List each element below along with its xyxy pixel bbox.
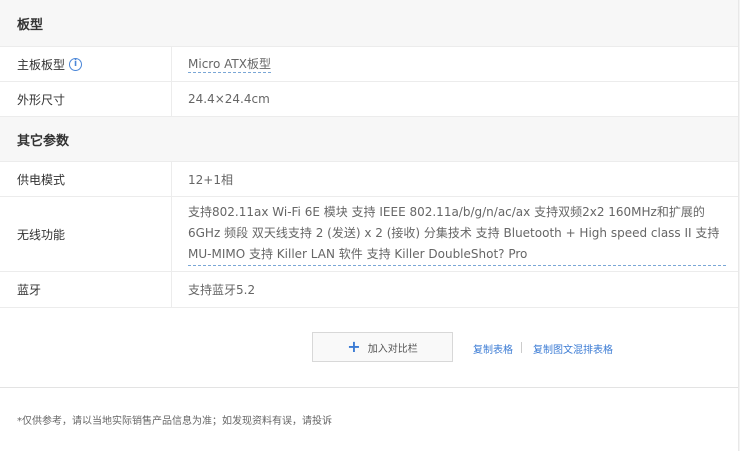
spec-value: 24.4×24.4cm <box>171 82 738 116</box>
add-to-compare-button[interactable]: + 加入对比栏 <box>312 332 453 362</box>
add-to-compare-label: 加入对比栏 <box>367 343 418 355</box>
spec-key: 外形尺寸 <box>17 92 66 107</box>
info-icon[interactable]: i <box>69 57 83 71</box>
board-type-link[interactable]: Micro ATX板型 <box>188 55 271 73</box>
section-board-type: 板型 <box>0 0 738 47</box>
disclaimer: *仅供参考，请以当地实际销售产品信息为准；如发现资料有误，请投诉 <box>17 412 332 427</box>
wireless-link[interactable]: 支持802.11ax Wi-Fi 6E 模块 支持 IEEE 802.11a/b… <box>188 202 726 266</box>
section-other-params: 其它参数 <box>0 117 738 162</box>
plus-icon: + <box>347 337 361 356</box>
spec-row-form-size: 外形尺寸 24.4×24.4cm <box>0 82 738 117</box>
spec-key: 供电模式 <box>17 172 66 187</box>
divider <box>521 342 522 353</box>
spec-panel: 板型 主板板型 i Micro ATX板型 外形尺寸 24.4×24.4cm 其… <box>0 0 739 451</box>
spec-value: 支持802.11ax Wi-Fi 6E 模块 支持 IEEE 802.11a/b… <box>171 197 738 271</box>
spec-value: Micro ATX板型 <box>171 47 738 81</box>
copy-table-link[interactable]: 复制表格 <box>473 341 513 356</box>
spec-key-label: 主板板型 <box>17 57 66 72</box>
spec-key: 蓝牙 <box>17 283 42 297</box>
spec-key: 无线功能 <box>17 227 66 242</box>
spec-row-board-type: 主板板型 i Micro ATX板型 <box>0 47 738 82</box>
section-title: 其它参数 <box>17 133 70 149</box>
spec-value: 支持蓝牙5.2 <box>171 272 738 307</box>
copy-table-with-images-link[interactable]: 复制图文混排表格 <box>533 341 613 356</box>
spec-row-power-mode: 供电模式 12+1相 <box>0 162 738 197</box>
spec-row-bluetooth: 蓝牙 支持蓝牙5.2 <box>0 272 738 308</box>
spec-value: 12+1相 <box>171 162 738 196</box>
spec-key: 主板板型 i <box>0 47 171 81</box>
action-bar: + 加入对比栏 复制表格 复制图文混排表格 <box>0 308 738 388</box>
disclaimer-text: *仅供参考，请以当地实际销售产品信息为准；如发现资料有误，请投诉 <box>17 416 332 427</box>
section-title: 板型 <box>17 17 44 33</box>
spec-row-wireless: 无线功能 支持802.11ax Wi-Fi 6E 模块 支持 IEEE 802.… <box>0 197 738 272</box>
